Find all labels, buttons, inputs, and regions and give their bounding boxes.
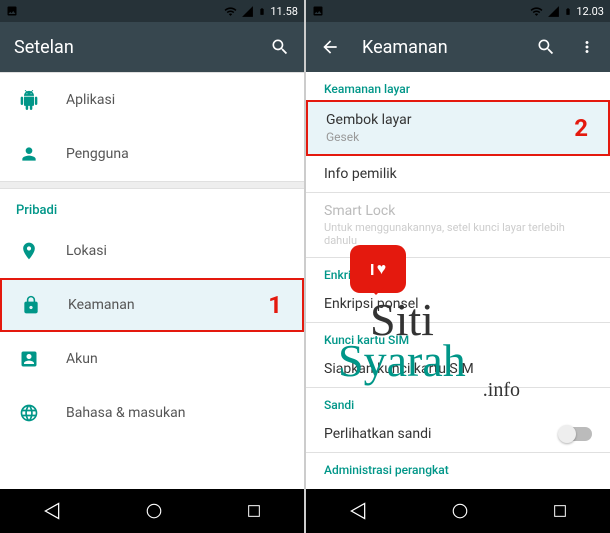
section-header-personal: Pribadi [0, 189, 304, 224]
person-icon [19, 144, 39, 164]
row-security[interactable]: Keamanan 1 [0, 278, 304, 332]
smart-lock-title: Smart Lock [324, 203, 592, 219]
globe-icon [19, 403, 39, 423]
settings-list: Aplikasi Pengguna Pribadi Lokasi Keamana… [0, 72, 304, 489]
screen-lock-title: Gembok layar [326, 112, 590, 128]
back-icon[interactable] [42, 501, 62, 521]
recents-icon[interactable] [246, 503, 262, 519]
highlight-number: 1 [268, 291, 282, 319]
overflow-icon[interactable] [578, 38, 596, 56]
row-language[interactable]: Bahasa & masukan [0, 386, 304, 440]
signal-icon [547, 5, 560, 18]
row-encrypt-phone[interactable]: Enkripsi ponsel [306, 286, 610, 322]
section-password: Sandi [306, 388, 610, 416]
page-title: Keamanan [362, 37, 514, 58]
show-password-label: Perlihatkan sandi [324, 426, 560, 442]
row-label: Akun [66, 351, 98, 367]
location-icon [19, 241, 39, 261]
security-list: Keamanan layar Gembok layar Gesek 2 Info… [306, 72, 610, 489]
phone-left: 11.58 Setelan Aplikasi Pengguna Pribadi … [0, 0, 304, 533]
row-owner-info[interactable]: Info pemilik [306, 156, 610, 192]
search-icon[interactable] [536, 37, 556, 57]
app-bar: Setelan [0, 22, 304, 72]
section-screen-security: Keamanan layar [306, 72, 610, 100]
row-users[interactable]: Pengguna [0, 127, 304, 181]
row-apps[interactable]: Aplikasi [0, 73, 304, 127]
sim-setup-label: Siapkan kunci kartu SIM [324, 361, 592, 377]
battery-icon [564, 5, 572, 18]
wifi-icon [224, 5, 237, 18]
battery-icon [258, 5, 266, 18]
encrypt-phone-label: Enkripsi ponsel [324, 296, 592, 312]
status-time: 11.58 [270, 5, 298, 18]
owner-info-label: Info pemilik [324, 166, 592, 182]
wifi-icon [530, 5, 543, 18]
picture-icon [312, 5, 324, 17]
smart-lock-subtitle: Untuk menggunakannya, setel kunci layar … [324, 221, 592, 247]
android-icon [19, 90, 39, 110]
row-accounts[interactable]: Akun [0, 332, 304, 386]
row-label: Pengguna [66, 146, 129, 162]
recents-icon[interactable] [552, 503, 568, 519]
back-icon[interactable] [348, 501, 368, 521]
row-label: Bahasa & masukan [66, 405, 185, 421]
back-arrow-icon[interactable] [320, 37, 340, 57]
nav-bar [0, 489, 304, 533]
show-password-toggle[interactable] [560, 427, 592, 441]
section-device-admin: Administrasi perangkat [306, 453, 610, 481]
row-label: Aplikasi [66, 92, 115, 108]
section-sim-lock: Kunci kartu SIM [306, 323, 610, 351]
app-bar: Keamanan [306, 22, 610, 72]
signal-icon [241, 5, 254, 18]
picture-icon [6, 5, 18, 17]
status-bar: 11.58 [0, 0, 304, 22]
row-label: Keamanan [68, 297, 135, 313]
account-icon [19, 349, 39, 369]
row-screen-lock[interactable]: Gembok layar Gesek 2 [306, 100, 610, 156]
status-time: 12.03 [576, 5, 604, 18]
home-icon[interactable] [145, 502, 163, 520]
section-encryption: Enkripsi [306, 258, 610, 286]
row-show-password[interactable]: Perlihatkan sandi [306, 416, 610, 452]
row-location[interactable]: Lokasi [0, 224, 304, 278]
home-icon[interactable] [451, 502, 469, 520]
lock-icon [21, 295, 41, 315]
row-smart-lock: Smart Lock Untuk menggunakannya, setel k… [306, 193, 610, 257]
row-sim-setup[interactable]: Siapkan kunci kartu SIM [306, 351, 610, 387]
screen-lock-subtitle: Gesek [326, 130, 590, 144]
row-label: Lokasi [66, 243, 107, 259]
nav-bar [306, 489, 610, 533]
page-title: Setelan [14, 37, 248, 58]
phone-right: 12.03 Keamanan Keamanan layar Gembok lay… [306, 0, 610, 533]
search-icon[interactable] [270, 37, 290, 57]
highlight-number: 2 [574, 114, 588, 142]
status-bar: 12.03 [306, 0, 610, 22]
